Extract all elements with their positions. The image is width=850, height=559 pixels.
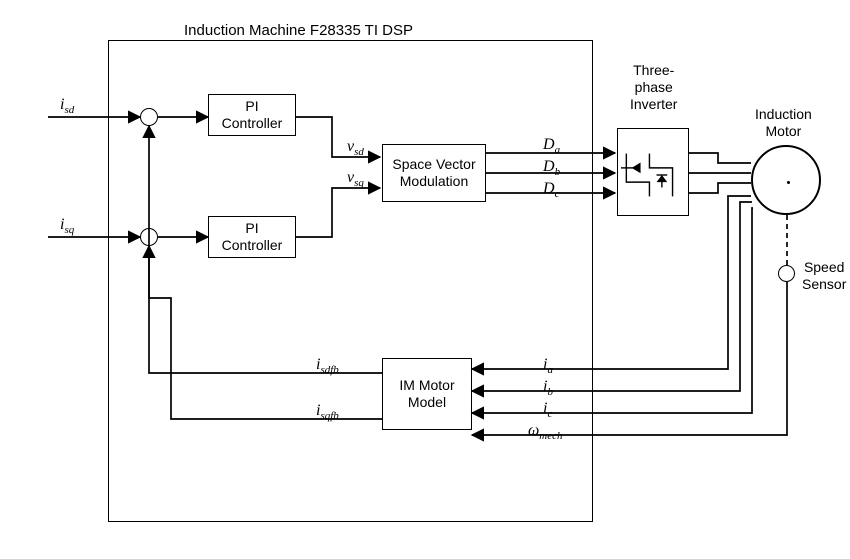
sum-junction-q xyxy=(140,228,158,246)
label-Db: Db xyxy=(543,158,560,178)
label-ib: ib xyxy=(543,378,553,398)
label-Da: Da xyxy=(543,136,560,156)
block-inverter xyxy=(617,128,689,216)
label-induction-motor: InductionMotor xyxy=(755,106,812,140)
speed-sensor-node xyxy=(778,265,795,282)
block-svm: Space VectorModulation xyxy=(382,144,486,202)
label-ia: ia xyxy=(543,356,553,376)
label-isd: isd xyxy=(60,96,74,116)
label-isqfb: isqfb xyxy=(316,402,339,422)
block-pi-controller-2: PIController xyxy=(208,216,296,258)
label-wmech: ωmech xyxy=(528,422,563,442)
label-isq: isq xyxy=(60,216,74,236)
page-title: Induction Machine F28335 TI DSP xyxy=(184,22,413,39)
igbt-icon xyxy=(621,148,685,202)
label-isdfb: isdfb xyxy=(316,356,339,376)
label-ic: ic xyxy=(543,400,552,420)
block-pi-controller-1: PIController xyxy=(208,94,296,136)
block-motor-model: IM MotorModel xyxy=(382,358,472,430)
label-vsq: vsq xyxy=(347,169,364,189)
dsp-frame xyxy=(108,40,593,522)
block-induction-motor xyxy=(751,145,821,215)
label-vsd: vsd xyxy=(347,138,364,158)
sum-junction-d xyxy=(140,108,158,126)
label-speed-sensor: SpeedSensor xyxy=(802,259,846,293)
label-Dc: Dc xyxy=(543,180,559,200)
label-inverter: Three-phaseInverter xyxy=(630,62,677,112)
